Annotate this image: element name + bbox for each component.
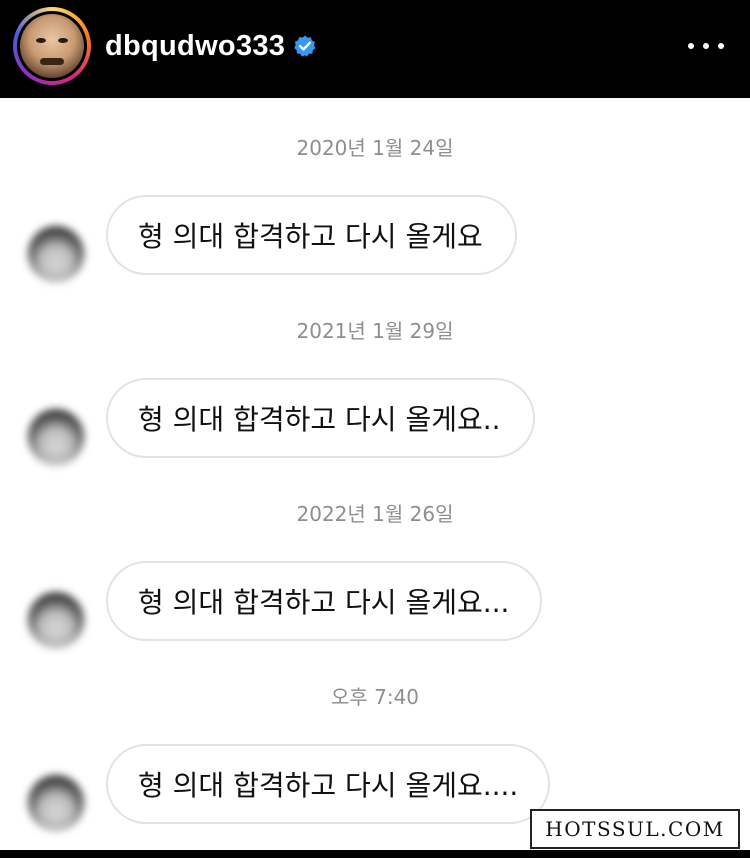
message-timestamp: 오후 7:40 — [330, 685, 420, 709]
message-timestamp: 2020년 1월 24일 — [296, 136, 454, 160]
username[interactable]: dbqudwo333 — [105, 30, 285, 63]
sender-avatar[interactable] — [28, 409, 84, 465]
message-text: 형 의대 합격하고 다시 올게요... — [138, 586, 510, 619]
username-container[interactable]: dbqudwo333 — [105, 27, 317, 65]
message-bubble[interactable]: 형 의대 합격하고 다시 올게요.... — [106, 744, 550, 824]
message-bubble[interactable]: 형 의대 합격하고 다시 올게요.. — [106, 378, 535, 458]
bottom-bar — [0, 850, 750, 858]
message-timestamp: 2021년 1월 29일 — [296, 319, 454, 343]
sender-avatar[interactable] — [28, 592, 84, 648]
verified-badge-icon — [294, 35, 316, 57]
message-text: 형 의대 합격하고 다시 올게요 — [138, 220, 483, 253]
message-timestamp: 2022년 1월 26일 — [296, 502, 454, 526]
sender-avatar[interactable] — [28, 775, 84, 831]
profile-avatar[interactable] — [20, 14, 84, 78]
message-text: 형 의대 합격하고 다시 올게요.... — [138, 769, 519, 802]
more-options-icon[interactable] — [688, 36, 724, 56]
watermark: HOTSSUL.COM — [530, 809, 740, 849]
chat-header: dbqudwo333 — [0, 0, 750, 98]
message-thread[interactable]: 2020년 1월 24일 형 의대 합격하고 다시 올게요 2021년 1월 2… — [0, 98, 750, 850]
message-bubble[interactable]: 형 의대 합격하고 다시 올게요... — [106, 561, 542, 641]
message-bubble[interactable]: 형 의대 합격하고 다시 올게요 — [106, 195, 517, 275]
message-text: 형 의대 합격하고 다시 올게요.. — [138, 403, 501, 436]
sender-avatar[interactable] — [28, 226, 84, 282]
